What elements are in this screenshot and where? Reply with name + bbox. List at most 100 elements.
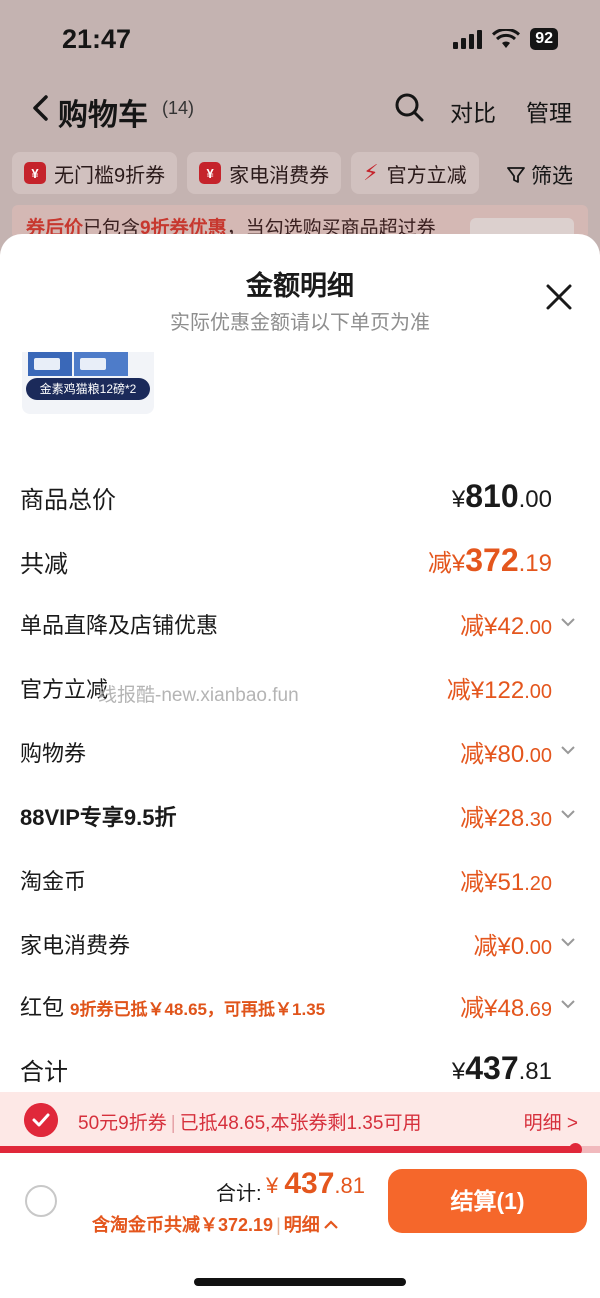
chevron-down-icon[interactable] [560,744,576,756]
row-label: 单品直降及店铺优惠 [20,613,219,638]
row-grand-total: 合计 ¥437.81 [0,1050,600,1092]
coupon-detail-link[interactable]: 明细 > [524,1108,578,1135]
chip-appliance-coupon[interactable]: ¥ 家电消费券 [187,152,342,194]
amount-int: 80 [497,741,525,768]
amount-dec: .00 [524,617,552,639]
product-thumbnail[interactable]: 金素鸡猫粮12磅*2 [22,352,154,414]
close-icon[interactable] [544,282,574,312]
coupon-text: 50元9折券 | 已抵48.65,本张券剩1.35可用 [78,1113,422,1134]
page-title: 购物车 [58,99,148,132]
currency: 减¥ [446,677,485,704]
checkmark-icon[interactable] [24,1103,58,1137]
currency: 减¥ [460,805,498,832]
nav-bar: 购物车 (14) 对比 管理 [0,80,600,136]
chevron-down-icon[interactable] [560,936,576,948]
coupon-status: 已抵48.65,本张券剩1.35可用 [179,1113,422,1134]
status-icons: 92 [453,28,558,50]
saving-text: 含淘金币共减￥372.19 [92,1215,274,1235]
coupon-icon: ¥ [24,162,46,184]
checkout-button[interactable]: 结算(1) [388,1169,587,1233]
row-shopping-coupon[interactable]: 购物券 减¥80.00 [0,736,600,776]
row-appliance-coupon[interactable]: 家电消费券 减¥0.00 [0,928,600,968]
product-label: 金素鸡猫粮12磅*2 [26,378,150,400]
row-amount: 减¥42.00 [460,606,552,641]
row-item-store-discount[interactable]: 单品直降及店铺优惠 减¥42.00 [0,608,600,648]
amount-int: 28 [497,805,525,832]
wifi-icon [492,29,521,48]
total-label: 合计: [216,1183,262,1205]
manage-button[interactable]: 管理 [526,94,572,128]
amount-dec: .81 [518,1058,552,1085]
row-amount: 减¥372.19 [428,542,552,579]
coupon-progress [0,1143,600,1156]
row-taojinbi: 淘金币 减¥51.20 [0,864,600,904]
lightning-icon: ⚡ [363,160,379,185]
amount-int: 48 [497,995,525,1022]
sheet-subtitle: 实际优惠金额请以下单页为准 [170,312,430,334]
amount-dec: .00 [524,745,552,767]
compare-button[interactable]: 对比 [450,94,496,128]
amount-dec: .69 [524,999,552,1021]
amount-dec: .30 [524,809,552,831]
checkout-footer: 合计: ¥ 437.81 含淘金币共减￥372.19 | 明细 结算(1) [0,1153,600,1298]
chevron-up-icon [323,1220,338,1229]
search-icon[interactable] [394,92,424,122]
currency: 减¥ [460,741,498,768]
currency: ¥ [451,486,466,513]
amount-dec: .81 [334,1173,366,1198]
chevron-down-icon[interactable] [560,998,576,1010]
funnel-icon [507,167,525,183]
chip-label: 官方立减 [386,164,467,187]
back-arrow-icon[interactable] [30,94,52,122]
row-goods-total: 商品总价 ¥810.00 [0,478,600,520]
battery-icon: 92 [530,28,558,50]
row-red-packet[interactable]: 红包 9折券已抵￥48.65，可再抵￥1.35 减¥48.69 [0,990,600,1030]
currency: 减¥ [427,550,466,577]
row-amount: ¥437.81 [452,1050,552,1087]
progress-fill [0,1146,576,1153]
row-amount: 减¥0.00 [473,926,552,961]
product-image [74,352,128,376]
coupon-icon: ¥ [199,162,222,184]
coupon-name: 50元9折券 [78,1113,167,1134]
row-amount: 减¥122.00 [447,670,552,705]
row-label: 家电消费券 [20,933,131,958]
row-amount: 减¥80.00 [460,734,552,769]
home-indicator [194,1278,406,1286]
red-packet-note: 9折券已抵￥48.65，可再抵￥1.35 [70,1000,326,1019]
row-amount: 减¥51.20 [460,862,552,897]
chip-label: 家电消费券 [229,164,330,187]
saving-summary[interactable]: 含淘金币共减￥372.19 | 明细 [92,1211,339,1237]
row-amount: ¥810.00 [452,478,552,515]
filter-button[interactable]: 筛选 [506,160,573,190]
chip-official-discount[interactable]: ⚡ 官方立减 [351,152,479,194]
amount-int: 122 [484,677,525,704]
status-time: 21:47 [62,24,132,54]
amount-int: 437 [465,1050,519,1086]
detail-link: 明细 [283,1215,320,1235]
amount-int: 437 [284,1167,335,1200]
row-amount: 减¥28.30 [460,798,552,833]
amount-int: 372 [465,542,519,578]
amount-int: 42 [497,613,525,640]
row-label: 共减 [20,551,68,578]
amount-int: 51 [497,869,525,896]
amount-dec: .19 [518,550,552,577]
currency: 减¥ [460,995,498,1022]
row-label: 淘金币 [20,869,87,894]
currency: 减¥ [460,613,498,640]
row-label: 红包 9折券已抵￥48.65，可再抵￥1.35 [20,990,325,1022]
row-88vip[interactable]: 88VIP专享9.5折 减¥28.30 [0,800,600,840]
currency: 减¥ [473,933,511,960]
filter-label: 筛选 [531,165,573,188]
currency: ¥ [266,1173,285,1198]
chevron-down-icon[interactable] [560,808,576,820]
chip-coupon-90[interactable]: ¥ 无门槛9折券 [12,152,178,194]
currency: 减¥ [460,869,498,896]
status-bar: 21:47 92 [0,0,600,80]
signal-icon [453,29,483,49]
coupon-bar[interactable]: 50元9折券 | 已抵48.65,本张券剩1.35可用 明细 > [0,1092,600,1148]
chevron-down-icon[interactable] [560,616,576,628]
select-all-checkbox[interactable] [25,1185,57,1217]
amount-int: 810 [465,478,519,514]
